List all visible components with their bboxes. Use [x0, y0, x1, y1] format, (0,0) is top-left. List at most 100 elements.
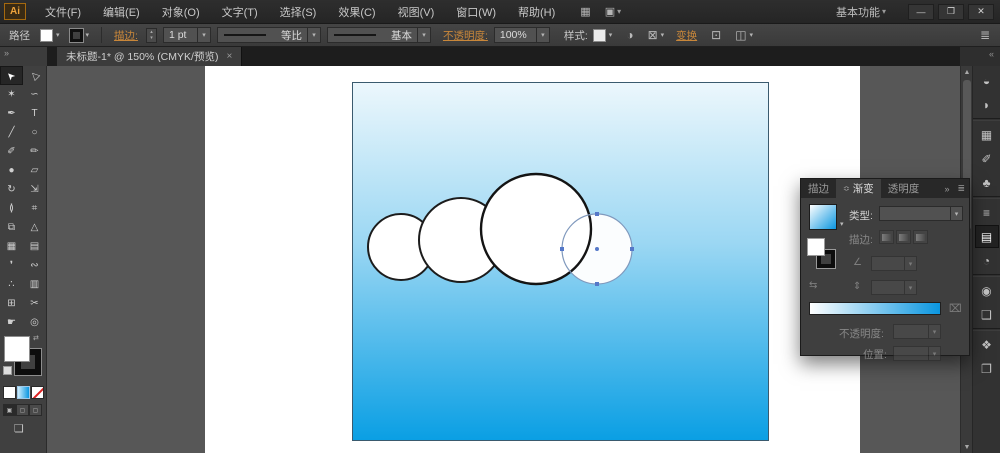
workspace-caret-icon[interactable]: ▾ [882, 7, 886, 16]
swap-fill-stroke-icon[interactable]: ⇄ [33, 334, 39, 342]
anchor-point[interactable] [595, 282, 599, 286]
pencil-tool[interactable]: ✏ [23, 142, 46, 161]
close-button[interactable]: ✕ [968, 3, 994, 20]
menu-item-5[interactable]: 效果(C) [327, 0, 386, 24]
color-guide-icon[interactable]: ◗ [975, 93, 999, 116]
transform-link[interactable]: 变换 [676, 28, 697, 43]
line-segment-tool[interactable]: ╱ [0, 123, 23, 142]
stroke-weight-caret-icon[interactable]: ▾ [196, 28, 210, 42]
reverse-gradient-icon[interactable]: ⇆ [809, 280, 817, 291]
ellipse-tool[interactable]: ○ [23, 123, 46, 142]
anchor-point[interactable] [560, 247, 564, 251]
style-swatch[interactable] [592, 28, 606, 42]
menu-item-1[interactable]: 编辑(E) [92, 0, 151, 24]
magic-wand-tool[interactable]: ✶ [0, 85, 23, 104]
location-select[interactable]: ▾ [893, 346, 941, 361]
select-similar-icon[interactable]: ◫ [735, 28, 746, 42]
location-caret-icon[interactable]: ▾ [928, 347, 940, 360]
color-fill-button[interactable] [3, 386, 16, 399]
stepper-down-icon[interactable]: ▾ [150, 35, 153, 41]
paintbrush-tool[interactable]: ✐ [0, 142, 23, 161]
brushes-icon[interactable]: ✐ [975, 147, 999, 170]
menu-item-2[interactable]: 对象(O) [151, 0, 211, 24]
stroke-color-dropdown[interactable]: ▾ [68, 27, 90, 43]
anchor-point[interactable] [630, 247, 634, 251]
layout-caret-icon[interactable]: ▾ [617, 7, 621, 16]
menu-item-7[interactable]: 窗口(W) [445, 0, 507, 24]
opacity-caret-icon[interactable]: ▾ [535, 28, 549, 42]
column-graph-tool[interactable]: ▥ [23, 275, 46, 294]
workspace-switcher[interactable]: 基本功能 [836, 4, 880, 20]
gradient-type-caret-icon[interactable]: ▾ [950, 207, 962, 220]
gradient-slider[interactable] [809, 302, 941, 315]
stroke-caret-icon[interactable]: ▾ [86, 31, 90, 39]
align-options-icon[interactable]: ⊠ [648, 28, 658, 42]
tab-close-icon[interactable]: × [226, 51, 232, 62]
panel-fill-proxy[interactable] [807, 238, 825, 256]
default-fill-stroke-icon[interactable] [3, 366, 12, 375]
appearance-icon[interactable]: ◉ [975, 279, 999, 302]
slice-tool[interactable]: ✂ [23, 294, 46, 313]
fill-color-dropdown[interactable]: ▾ [40, 28, 60, 42]
direct-selection-tool[interactable]: ▷ [23, 66, 46, 85]
menu-item-0[interactable]: 文件(F) [34, 0, 92, 24]
brush-caret-icon[interactable]: ▾ [416, 28, 430, 42]
stroke-weight-select[interactable]: 1 pt ▾ [162, 27, 211, 43]
scale-tool[interactable]: ⇲ [23, 180, 46, 199]
zoom-tool[interactable]: ◎ [23, 313, 46, 332]
blend-tool[interactable]: ∾ [23, 256, 46, 275]
angle-caret-icon[interactable]: ▾ [904, 257, 916, 270]
style-dropdown[interactable]: ▾ [592, 28, 612, 42]
gradient-tool[interactable]: ▤ [23, 237, 46, 256]
symbols-icon[interactable]: ♣ [975, 171, 999, 194]
none-fill-button[interactable] [31, 386, 44, 399]
document-tab[interactable]: 未标题-1* @ 150% (CMYK/预览) × [57, 47, 243, 66]
stop-opacity-select[interactable]: ▾ [893, 324, 941, 339]
change-layout-icon[interactable]: ▣ [605, 5, 615, 18]
gradient-fill-button[interactable] [17, 386, 30, 399]
aspect-ratio-select[interactable]: ▾ [871, 280, 917, 295]
panel-overflow-icon[interactable]: » [940, 179, 953, 198]
center-point[interactable] [595, 247, 599, 251]
menu-item-4[interactable]: 选择(S) [269, 0, 328, 24]
artboard-tool[interactable]: ⊞ [0, 294, 23, 313]
hand-tool[interactable]: ☛ [0, 313, 23, 332]
minimize-button[interactable]: — [908, 3, 934, 20]
isolate-object-icon[interactable]: ⊡ [711, 28, 721, 42]
stroke-gradient-across-button[interactable] [913, 230, 928, 244]
anchor-point[interactable] [595, 212, 599, 216]
gradient-type-select[interactable]: ▾ [879, 206, 963, 221]
swatches-icon[interactable]: ▦ [975, 123, 999, 146]
stroke-gradient-within-button[interactable] [879, 230, 894, 244]
panel-menu-icon[interactable]: ≣ [953, 179, 969, 198]
eraser-tool[interactable]: ▱ [23, 161, 46, 180]
circle-shape-3[interactable] [479, 172, 593, 286]
select-similar-caret-icon[interactable]: ▾ [750, 31, 754, 39]
free-transform-tool[interactable]: ⌗ [23, 199, 46, 218]
dock-collapse-icon[interactable]: « [960, 47, 1000, 66]
symbol-sprayer-tool[interactable]: ∴ [0, 275, 23, 294]
stroke-panel-link[interactable]: 描边: [114, 28, 138, 43]
blob-brush-tool[interactable]: ● [0, 161, 23, 180]
restore-button[interactable]: ❐ [938, 3, 964, 20]
lasso-tool[interactable]: ∽ [23, 85, 46, 104]
control-panel-menu-icon[interactable]: ≣ [980, 28, 990, 42]
gradient-icon[interactable]: ▤ [974, 225, 999, 248]
gradient-thumbnail-caret-icon[interactable]: ▾ [840, 220, 844, 228]
aspect-ratio-caret-icon[interactable]: ▾ [904, 281, 916, 294]
fill-proxy-swatch[interactable] [4, 336, 30, 362]
angle-select[interactable]: ▾ [871, 256, 917, 271]
color-icon[interactable]: ◒ [975, 69, 999, 92]
draw-behind-button[interactable]: ▢ [16, 404, 29, 416]
draw-inside-button[interactable]: ▢ [29, 404, 42, 416]
artboards-icon[interactable]: ❐ [975, 357, 999, 380]
graphic-styles-icon[interactable]: ❑ [975, 303, 999, 326]
opacity-panel-link[interactable]: 不透明度: [443, 28, 488, 43]
screen-mode-button[interactable]: ❏ [14, 422, 46, 435]
fill-caret-icon[interactable]: ▾ [56, 31, 60, 39]
transparency-icon[interactable]: ◔ [975, 249, 999, 272]
type-tool[interactable]: T [23, 104, 46, 123]
delete-stop-icon[interactable]: ⌧ [949, 302, 962, 315]
perspective-grid-tool[interactable]: △ [23, 218, 46, 237]
tools-panel-collapse-icon[interactable]: » [0, 47, 47, 66]
